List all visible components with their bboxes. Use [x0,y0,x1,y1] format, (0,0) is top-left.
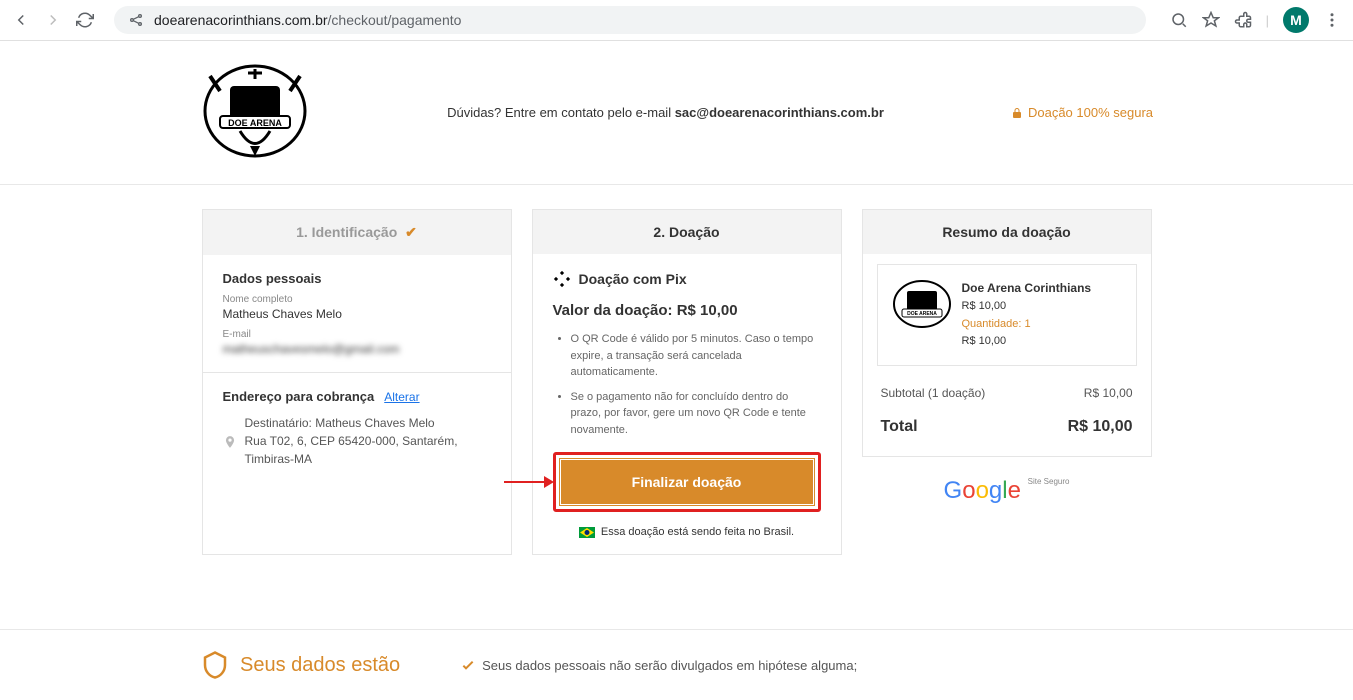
forward-button[interactable] [44,11,62,29]
lock-icon [1011,107,1023,119]
page-header: DOE ARENA Dúvidas? Entre em contato pelo… [0,41,1353,185]
identification-header: 1. Identificação ✔ [203,210,511,255]
svg-text:DOE ARENA: DOE ARENA [907,311,937,317]
billing-title: Endereço para cobrança [223,389,375,404]
pin-icon [223,416,237,468]
checkout-content: 1. Identificação ✔ Dados pessoais Nome c… [0,185,1353,579]
brazil-flag-icon [579,527,595,538]
donation-value: Valor da doação: R$ 10,00 [553,302,821,319]
finalize-highlight: Finalizar doação [553,452,821,512]
menu-icon[interactable] [1323,11,1341,29]
pix-icon [553,270,571,288]
product-name: Doe Arena Corinthians [962,279,1092,298]
identification-card: 1. Identificação ✔ Dados pessoais Nome c… [202,209,512,555]
address-text: Destinatário: Matheus Chaves Melo Rua T0… [245,414,491,468]
brazil-note: Essa doação está sendo feita no Brasil. [553,526,821,538]
reload-button[interactable] [76,11,94,29]
bookmark-icon[interactable] [1202,11,1220,29]
total-row: Total R$ 10,00 [877,408,1137,446]
personal-data-title: Dados pessoais [223,271,491,286]
product-price: R$ 10,00 [962,298,1092,316]
site-settings-icon [128,12,144,28]
email-label: E-mail [223,329,491,340]
check-icon: ✔ [405,224,417,240]
zoom-icon[interactable] [1170,11,1188,29]
profile-avatar[interactable]: M [1283,7,1309,33]
back-button[interactable] [12,11,30,29]
summary-column: Resumo da doação DOE ARENA Doe Arena Cor… [862,209,1152,555]
footer: Seus dados estão Seus dados pessoais não… [0,630,1353,700]
logo: DOE ARENA [200,61,310,161]
product-line-price: R$ 10,00 [962,333,1092,351]
address-bar[interactable]: doearenacorinthians.com.br/checkout/paga… [114,6,1146,34]
arrow-annotation-icon [504,472,554,492]
product-summary: DOE ARENA Doe Arena Corinthians R$ 10,00… [877,264,1137,366]
extensions-icon[interactable] [1234,11,1252,29]
pix-label: Doação com Pix [579,271,687,287]
email-value: matheuschavesmelo@gmail.com [223,342,491,356]
summary-header: Resumo da doação [863,210,1151,254]
pix-instructions: O QR Code é válido por 5 minutos. Caso o… [553,331,821,438]
google-safe-badge: Google Site Seguro [862,477,1152,505]
check-icon [460,657,476,673]
contact-info: Dúvidas? Entre em contato pelo e-mail sa… [320,105,1011,120]
footer-left: Seus dados estão [200,650,400,680]
browser-toolbar: doearenacorinthians.com.br/checkout/paga… [0,0,1353,41]
shield-icon [200,650,230,680]
name-value: Matheus Chaves Melo [223,307,491,321]
name-label: Nome completo [223,294,491,305]
url-text: doearenacorinthians.com.br/checkout/paga… [154,12,461,28]
subtotal-row: Subtotal (1 doação) R$ 10,00 [877,378,1137,408]
product-image: DOE ARENA [892,279,952,329]
svg-text:DOE ARENA: DOE ARENA [228,118,282,128]
finalize-donation-button[interactable]: Finalizar doação [560,459,814,505]
product-qty: Quantidade: 1 [962,316,1092,334]
secure-badge: Doação 100% segura [1011,105,1153,120]
change-address-link[interactable]: Alterar [384,390,419,404]
donation-header: 2. Doação [533,210,841,254]
footer-right: Seus dados pessoais não serão divulgados… [460,650,857,680]
donation-card: 2. Doação Doação com Pix Valor da doação… [532,209,842,555]
